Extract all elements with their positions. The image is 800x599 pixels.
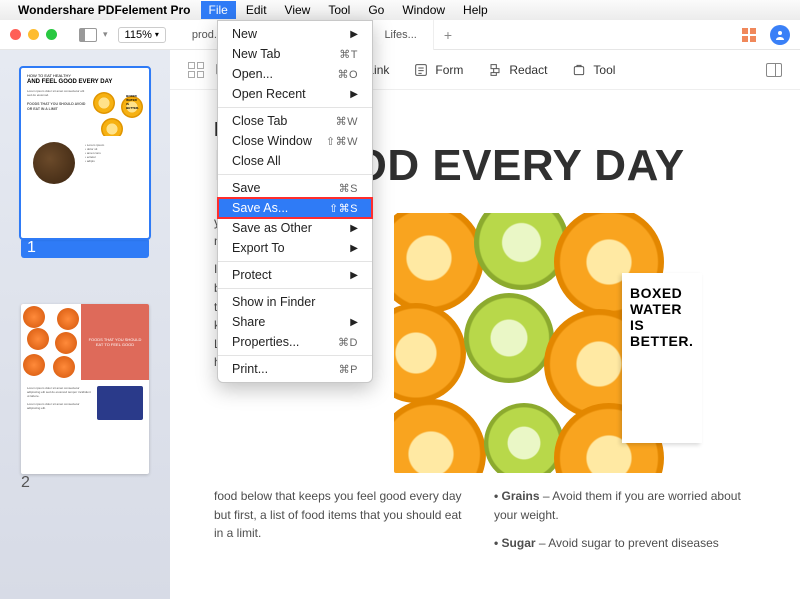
menu-item-properties-[interactable]: Properties...⌘D bbox=[218, 332, 372, 352]
right-panel-toggle-icon[interactable] bbox=[766, 63, 782, 77]
menu-item-save[interactable]: Save⌘S bbox=[218, 178, 372, 198]
boxed-water-carton: BOXED WATER IS BETTER. bbox=[622, 273, 702, 443]
menu-item-save-as-[interactable]: Save As...⇧⌘S bbox=[218, 198, 372, 218]
menu-window[interactable]: Window bbox=[394, 1, 453, 19]
menu-item-save-as-other[interactable]: Save as Other▶ bbox=[218, 218, 372, 238]
menu-item-close-all[interactable]: Close All bbox=[218, 151, 372, 171]
menu-tool[interactable]: Tool bbox=[320, 1, 358, 19]
user-avatar[interactable] bbox=[770, 25, 790, 45]
apps-grid-icon[interactable] bbox=[742, 28, 756, 42]
bullet-list: • Grains – Avoid them if you are worried… bbox=[494, 487, 756, 553]
menu-item-show-in-finder[interactable]: Show in Finder bbox=[218, 292, 372, 312]
menu-item-open-recent[interactable]: Open Recent▶ bbox=[218, 84, 372, 104]
menu-item-new-tab[interactable]: New Tab⌘T bbox=[218, 44, 372, 64]
menu-edit[interactable]: Edit bbox=[238, 1, 275, 19]
new-tab-button[interactable]: + bbox=[434, 27, 462, 43]
body-text-2: food below that keeps you feel good ever… bbox=[214, 487, 464, 553]
hero-image: BOXED WATER IS BETTER. bbox=[394, 213, 714, 473]
thumbnail-panel: HOW TO EAT HEALTHYAND FEEL GOOD EVERY DA… bbox=[0, 50, 170, 599]
thumbnails-view-icon[interactable] bbox=[188, 62, 204, 78]
ribbon-redact[interactable]: Redact bbox=[487, 62, 547, 78]
menu-item-close-tab[interactable]: Close Tab⌘W bbox=[218, 111, 372, 131]
sidebar-toggle-icon[interactable] bbox=[79, 28, 97, 42]
menu-item-open-[interactable]: Open...⌘O bbox=[218, 64, 372, 84]
menu-item-protect[interactable]: Protect▶ bbox=[218, 265, 372, 285]
app-toolbar: ▾ 115%▾ prod... Prod... color2 Lifes... … bbox=[0, 20, 800, 50]
menu-item-print-[interactable]: Print...⌘P bbox=[218, 359, 372, 379]
ribbon-tool[interactable]: Tool bbox=[571, 62, 615, 78]
page-thumbnail-2[interactable]: FOODS THAT YOU SHOULD EAT TO FEEL GOOD L… bbox=[21, 304, 149, 474]
menu-item-new[interactable]: New▶ bbox=[218, 24, 372, 44]
file-menu-dropdown: New▶New Tab⌘TOpen...⌘OOpen Recent▶ Close … bbox=[217, 20, 373, 383]
page-number-2: 2 bbox=[21, 474, 149, 492]
page-thumbnail-1[interactable]: HOW TO EAT HEALTHYAND FEEL GOOD EVERY DA… bbox=[21, 68, 149, 238]
menu-help[interactable]: Help bbox=[455, 1, 496, 19]
page-number-1: 1 bbox=[21, 238, 149, 258]
menu-go[interactable]: Go bbox=[360, 1, 392, 19]
menu-item-close-window[interactable]: Close Window⇧⌘W bbox=[218, 131, 372, 151]
menu-file[interactable]: File bbox=[201, 1, 236, 19]
tab-3[interactable]: Lifes... bbox=[368, 20, 433, 50]
app-name: Wondershare PDFelement Pro bbox=[18, 3, 191, 17]
chevron-down-icon[interactable]: ▾ bbox=[103, 29, 108, 40]
window-controls[interactable] bbox=[10, 29, 57, 40]
zoom-selector[interactable]: 115%▾ bbox=[118, 27, 166, 43]
menu-item-export-to[interactable]: Export To▶ bbox=[218, 238, 372, 258]
menu-item-share[interactable]: Share▶ bbox=[218, 312, 372, 332]
mac-menubar: Wondershare PDFelement Pro File Edit Vie… bbox=[0, 0, 800, 20]
ribbon-form[interactable]: Form bbox=[413, 62, 463, 78]
menu-view[interactable]: View bbox=[277, 1, 319, 19]
